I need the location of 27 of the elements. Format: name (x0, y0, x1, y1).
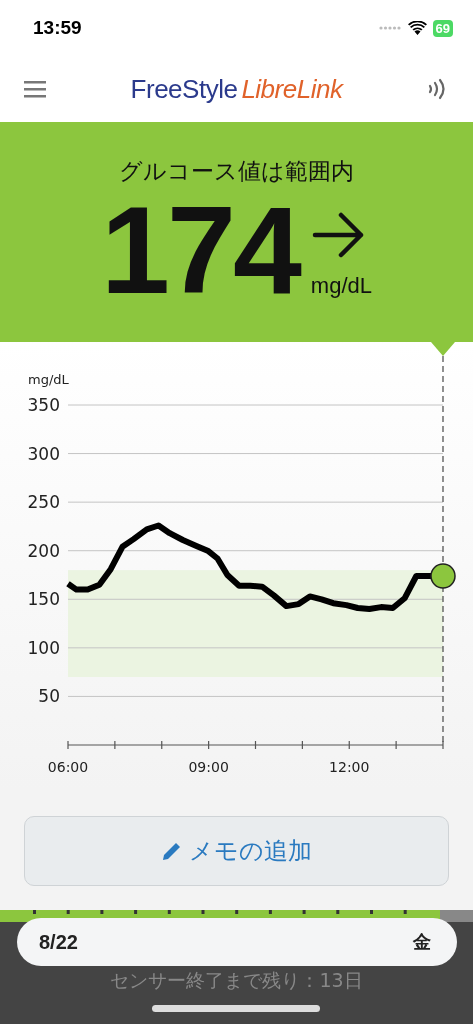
logo-text: LibreLink (241, 73, 343, 105)
x-axis-label: 12:00 (329, 759, 370, 775)
y-axis-label: 150 (27, 589, 60, 610)
y-axis-label: 200 (27, 540, 60, 561)
y-axis-label: 350 (27, 395, 60, 415)
y-axis-label: 50 (38, 686, 60, 707)
cellular-signal-icon (377, 25, 402, 31)
glucose-status: グルコース値は範囲内 (119, 157, 354, 186)
x-axis-label: 06:00 (47, 759, 89, 775)
y-axis-label: 100 (27, 637, 60, 658)
logo-text: FreeStyle (130, 73, 238, 105)
status-time: 13:59 (33, 17, 82, 39)
current-reading-marker (430, 563, 456, 589)
axis-unit-label: mg/dL (28, 372, 69, 387)
battery-level: 69 (432, 19, 453, 37)
y-axis-label: 250 (27, 492, 60, 513)
pencil-icon (161, 840, 183, 862)
glucose-unit: mg/dL (310, 273, 372, 299)
date-text: 8/22 (39, 930, 78, 954)
wifi-icon (407, 21, 427, 35)
weekday-text: 金 (413, 930, 431, 954)
menu-icon[interactable] (24, 80, 46, 98)
sensor-remaining-text: センサー終了まで残り：13日 (109, 968, 364, 993)
glucose-value: 174 (100, 191, 299, 309)
x-axis-label: 09:00 (188, 759, 229, 775)
y-axis-label: 300 (27, 443, 60, 464)
add-note-button[interactable]: メモの追加 (24, 816, 449, 886)
